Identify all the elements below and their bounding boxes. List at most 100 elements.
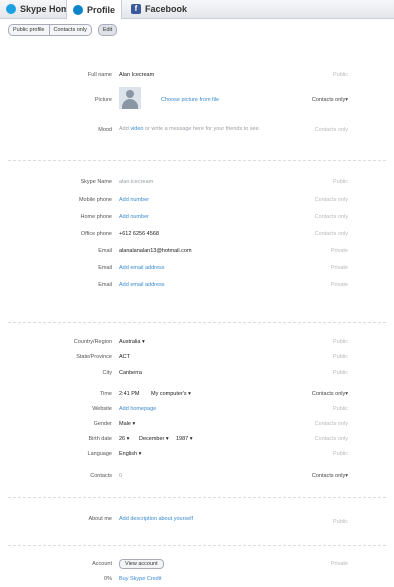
field-label: Skype Name [80, 179, 113, 185]
language-select[interactable]: English ▾ [119, 449, 141, 459]
visibility-label: Public [333, 339, 348, 345]
add-description-link[interactable]: Add description about yourself [119, 514, 193, 524]
tab-profile[interactable]: Profile [66, 0, 123, 19]
add-homepage-link[interactable]: Add homepage [119, 404, 156, 414]
tab-label: Profile [87, 4, 116, 15]
view-toggle: Public profile Contacts only Edit [8, 24, 119, 36]
visibility-label: Public [333, 451, 348, 457]
facebook-icon: f [131, 4, 141, 14]
email-row: Email Add email address Private [0, 263, 394, 273]
field-label: Time [99, 391, 112, 397]
visibility-label: Contacts only [314, 421, 348, 427]
website-row: Website Add homepage Public [0, 404, 394, 414]
visibility-label: Contacts only [314, 214, 348, 220]
home-phone-row: Home phone Add number Contacts only [0, 212, 394, 222]
add-home-link[interactable]: Add number [119, 212, 149, 222]
field-label: Website [92, 406, 112, 412]
visibility-label: Contacts only [314, 436, 348, 442]
visibility-label: Contacts only [314, 127, 348, 133]
gender-select[interactable]: Male ▾ [119, 419, 135, 429]
visibility-label: Private [330, 265, 348, 271]
mobile-phone-row: Mobile phone Add number Contacts only [0, 195, 394, 205]
fullname-value[interactable]: Alan Icecream [119, 70, 154, 80]
add-video-link[interactable]: video [130, 126, 143, 132]
visibility-dropdown[interactable]: Contacts only▾ [312, 471, 348, 481]
field-label: Mobile phone [78, 197, 112, 203]
country-select[interactable]: Australia ▾ [119, 337, 145, 347]
field-label: About me [88, 516, 112, 522]
divider [8, 160, 386, 161]
tab-label: Facebook [145, 4, 188, 14]
public-profile-button[interactable]: Public profile [8, 24, 50, 36]
add-mobile-link[interactable]: Add number [119, 195, 149, 205]
visibility-label: Private [330, 561, 348, 567]
contacts-count: 0 [119, 473, 123, 479]
city-row: City Canberra Public [0, 368, 394, 378]
fullname-row: Full name Alan Icecream Public [0, 70, 394, 80]
field-label: Account [92, 561, 112, 567]
country-row: Country/Region Australia ▾ Public [0, 337, 394, 347]
add-email-link[interactable]: Add email address [119, 280, 165, 290]
office-phone-value[interactable]: +612 6256 4568 [119, 229, 159, 239]
field-label: Picture [94, 97, 112, 103]
birth-day-select[interactable]: 26 ▾ [119, 434, 129, 444]
time-row: Time 2:41 PM My computer's ▾ Contacts on… [0, 389, 394, 399]
visibility-label: Public [333, 179, 348, 185]
birth-month-select[interactable]: December ▾ [139, 434, 169, 444]
view-account-button[interactable]: View account [119, 559, 164, 569]
field-label: Email [98, 282, 112, 288]
office-phone-row: Office phone +612 6256 4568 Contacts onl… [0, 229, 394, 239]
email-value[interactable]: alanalanalan13@hotmail.com [119, 246, 192, 256]
field-label: City [102, 370, 112, 376]
email-row: Email alanalanalan13@hotmail.com Private [0, 246, 394, 256]
field-label: Email [98, 265, 112, 271]
field-label: Mood [98, 127, 112, 133]
add-email-link[interactable]: Add email address [119, 263, 165, 273]
visibility-label: Private [330, 248, 348, 254]
visibility-label: Private [330, 282, 348, 288]
about-me-row: About me Add description about yourself … [0, 514, 394, 525]
field-label: Contacts [90, 473, 112, 479]
skype-name-value: alan.icecream [119, 179, 154, 185]
visibility-dropdown[interactable]: Contacts only▾ [312, 95, 348, 105]
visibility-label: Public [333, 370, 348, 376]
picture-row: Picture Choose picture from file Contact… [0, 95, 394, 105]
profile-icon [73, 4, 83, 15]
mood-message[interactable]: Add video or write a message here for yo… [119, 125, 289, 133]
field-label: 0% [104, 576, 112, 582]
contacts-row: Contacts 0 Contacts only▾ [0, 471, 394, 481]
birth-year-select[interactable]: 1987 ▾ [176, 434, 193, 444]
avatar-placeholder-icon[interactable] [119, 87, 141, 109]
credit-row: 0% Buy Skype Credit [0, 574, 394, 584]
email-row: Email Add email address Private [0, 280, 394, 290]
choose-picture-link[interactable]: Choose picture from file [161, 95, 219, 105]
city-value[interactable]: Canberra [119, 368, 142, 378]
field-label: State/Province [76, 354, 112, 360]
divider [8, 497, 386, 498]
visibility-label: Public [333, 519, 348, 525]
visibility-dropdown[interactable]: Contacts only▾ [312, 389, 348, 399]
edit-button[interactable]: Edit [97, 24, 118, 36]
field-label: Country/Region [73, 339, 112, 345]
field-label: Email [98, 248, 112, 254]
visibility-label: Public [333, 406, 348, 412]
skype-name-row: Skype Name alan.icecream Public [0, 177, 394, 187]
account-row: Account View account Private [0, 559, 394, 569]
field-label: Home phone [80, 214, 113, 220]
state-row: State/Province ACT Public [0, 352, 394, 362]
state-value[interactable]: ACT [119, 352, 130, 362]
buy-credit-link[interactable]: Buy Skype Credit [119, 574, 162, 584]
field-label: Office phone [80, 231, 112, 237]
tab-bar: Skype Home Profile f Facebook [0, 0, 394, 19]
field-label: Full name [87, 72, 112, 78]
skype-icon [6, 4, 16, 14]
field-label: Language [87, 451, 112, 457]
account-button-wrap: View account [119, 559, 164, 569]
language-row: Language English ▾ Public [0, 449, 394, 459]
timezone-select[interactable]: My computer's ▾ [151, 389, 191, 399]
visibility-label: Public [333, 72, 348, 78]
gender-row: Gender Male ▾ Contacts only [0, 419, 394, 429]
contacts-only-button[interactable]: Contacts only [49, 24, 92, 36]
divider [8, 322, 386, 323]
tab-facebook[interactable]: f Facebook [125, 0, 193, 18]
